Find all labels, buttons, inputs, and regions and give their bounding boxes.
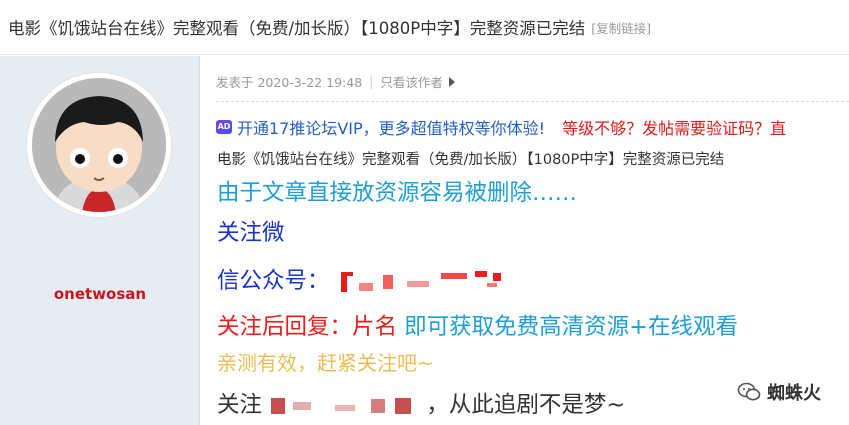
post-line-3: 信公众号： xyxy=(217,263,525,295)
post-line-5: 亲测有效，赶紧关注吧~ xyxy=(217,351,434,375)
post-content: 发表于 2020-3-22 19:48 | 只看该作者 AD 开通17推论坛VI… xyxy=(201,56,849,425)
watermark-text: 蜘蛛火 xyxy=(767,383,821,404)
promo-banner: AD 开通17推论坛VIP，更多超值特权等你体验! 等级不够？发帖需要验证码？直 xyxy=(216,115,786,139)
avatar[interactable] xyxy=(32,78,166,212)
thread-title: 电影《饥饿站台在线》完整观看（免费/加长版）【1080P中字】完整资源已完结 xyxy=(8,19,586,38)
post-line-2: 关注微 xyxy=(217,220,285,246)
redacted-account-name-2 xyxy=(269,392,420,419)
ad-icon: AD xyxy=(216,120,232,134)
reward-text: 即可获取免费高清资源+在线观看 xyxy=(404,314,739,340)
wechat-watermark: 蜘蛛火 xyxy=(737,379,821,405)
divider xyxy=(216,101,849,102)
avatar-frame xyxy=(26,72,172,218)
promo-help-link[interactable]: 等级不够？发帖需要验证码？直 xyxy=(562,115,786,139)
post-line-4: 关注后回复：片名 即可获取免费高清资源+在线观看 xyxy=(217,309,738,341)
meta-separator: | xyxy=(369,74,374,89)
post-meta: 发表于 2020-3-22 19:48 | 只看该作者 xyxy=(216,72,455,91)
redacted-account-name xyxy=(336,268,525,295)
copy-link-button[interactable]: [复制链接] xyxy=(591,18,651,37)
thread-title-bar: 电影《饥饿站台在线》完整观看（免费/加长版）【1080P中字】完整资源已完结 [… xyxy=(0,0,849,55)
post-line-6: 关注 ，从此追剧不是梦~ xyxy=(217,387,625,419)
reply-instruction: 关注后回复：片名 xyxy=(217,314,405,340)
post-description: 电影《饥饿站台在线》完整观看（免费/加长版）【1080P中字】完整资源已完结 xyxy=(217,152,725,168)
wechat-icon xyxy=(737,382,761,401)
author-only-link[interactable]: 只看该作者 xyxy=(380,72,443,91)
follow-label: 关注 xyxy=(217,392,270,418)
promo-vip-link[interactable]: 开通17推论坛VIP，更多超值特权等你体验! xyxy=(237,115,545,139)
post-date: 发表于 2020-3-22 19:48 xyxy=(216,75,363,90)
follow-tagline: ，从此追剧不是梦~ xyxy=(426,392,626,418)
arrow-right-icon[interactable] xyxy=(448,76,455,87)
author-username[interactable]: onetwosan xyxy=(0,285,200,303)
post-line-1: 由于文章直接放资源容易被删除…… xyxy=(217,180,578,206)
author-sidebar: onetwosan xyxy=(0,56,200,425)
public-account-label: 信公众号： xyxy=(217,268,330,294)
